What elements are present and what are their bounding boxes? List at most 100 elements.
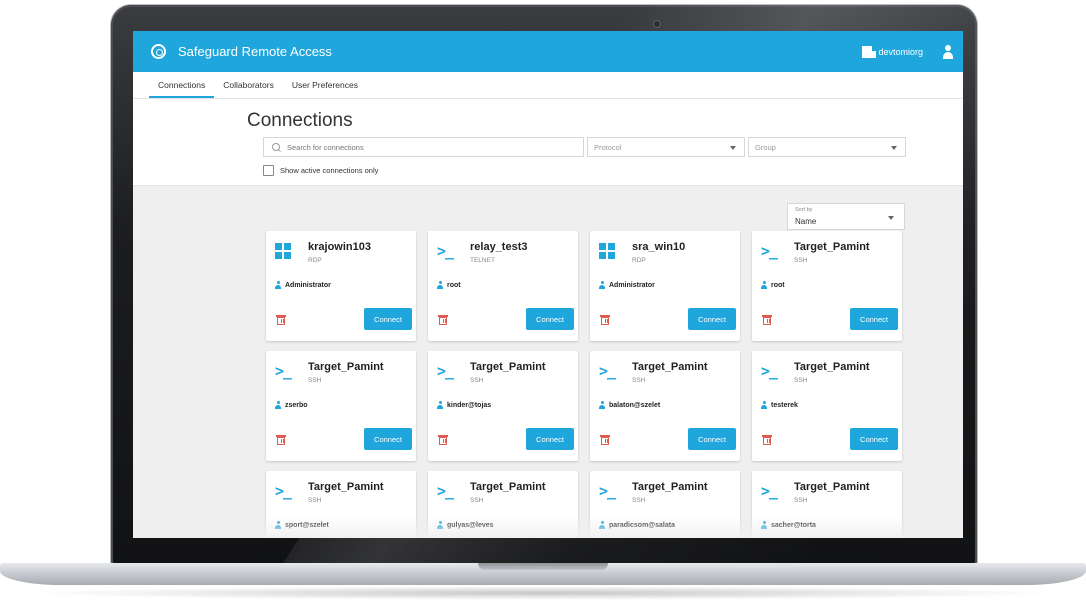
connect-button[interactable]: Connect xyxy=(364,428,412,450)
tab-collaborators[interactable]: Collaborators xyxy=(214,80,283,98)
connection-protocol: SSH xyxy=(470,497,484,504)
group-select-label: Group xyxy=(755,143,776,152)
person-icon xyxy=(599,401,605,409)
connection-name: Target_Pamint xyxy=(308,361,384,373)
connection-protocol: SSH xyxy=(470,377,484,384)
account-name: testerek xyxy=(771,401,798,409)
connection-name: sra_win10 xyxy=(632,241,686,253)
account-name: balaton@szelet xyxy=(609,401,661,409)
connection-account: testerek xyxy=(761,401,798,409)
connection-card[interactable]: >_ Target_Pamint SSH balaton@szelet Connect xyxy=(590,351,740,461)
connection-card[interactable]: >_Target_PamintSSHgulyas@levesConnect xyxy=(428,471,578,538)
org-name[interactable]: devtomiorg xyxy=(878,47,923,57)
tab-bar: Connections Collaborators User Preferenc… xyxy=(133,72,963,99)
webcam xyxy=(654,21,660,27)
connection-protocol: RDP xyxy=(632,257,646,264)
connection-protocol: SSH xyxy=(308,497,322,504)
connection-account: kinder@tojas xyxy=(437,401,491,409)
terminal-icon: >_ xyxy=(761,242,778,260)
sort-select[interactable]: Sort by Name xyxy=(787,203,905,230)
person-icon xyxy=(275,401,281,409)
active-only-checkbox[interactable] xyxy=(263,165,274,176)
person-icon xyxy=(599,281,605,289)
account-name: Administrator xyxy=(285,281,331,289)
connection-card[interactable]: krajowin103 RDP Administrator Connect xyxy=(266,231,416,341)
connect-button[interactable]: Connect xyxy=(526,428,574,450)
terminal-icon: >_ xyxy=(599,482,616,500)
app-title: Safeguard Remote Access xyxy=(178,44,332,59)
person-icon xyxy=(275,281,281,289)
terminal-icon: >_ xyxy=(437,482,454,500)
windows-icon xyxy=(275,243,293,259)
connect-button[interactable]: Connect xyxy=(526,308,574,330)
connection-account: paradicsom@salata xyxy=(599,521,675,529)
organization-icon xyxy=(862,45,877,58)
app-screen: Safeguard Remote Access devtomiorg Conne… xyxy=(133,31,963,538)
connection-account: zserbo xyxy=(275,401,308,409)
delete-icon[interactable] xyxy=(438,435,448,445)
delete-icon[interactable] xyxy=(438,315,448,325)
laptop-shadow xyxy=(20,586,1066,600)
connection-name: krajowin103 xyxy=(308,241,371,253)
tab-connections[interactable]: Connections xyxy=(149,80,215,98)
connection-protocol: SSH xyxy=(794,377,808,384)
tab-user-preferences[interactable]: User Preferences xyxy=(283,80,367,98)
connection-card[interactable]: >_Target_PamintSSHsport@szeletConnect xyxy=(266,471,416,538)
connection-name: Target_Pamint xyxy=(794,481,870,493)
account-name: root xyxy=(447,281,461,289)
connect-button[interactable]: Connect xyxy=(688,308,736,330)
connection-card[interactable]: >_ relay_test3 TELNET root Connect xyxy=(428,231,578,341)
connection-card[interactable]: >_ Target_Pamint SSH zserbo Connect xyxy=(266,351,416,461)
delete-icon[interactable] xyxy=(276,315,286,325)
filter-header: Connections Protocol Group Show active c… xyxy=(133,99,963,186)
connect-button[interactable]: Connect xyxy=(850,428,898,450)
user-profile-icon[interactable] xyxy=(943,44,953,59)
person-icon xyxy=(275,521,281,529)
delete-icon[interactable] xyxy=(762,315,772,325)
delete-icon[interactable] xyxy=(276,435,286,445)
sort-label: Sort by xyxy=(795,207,813,213)
connection-name: Target_Pamint xyxy=(470,361,546,373)
search-input[interactable] xyxy=(287,142,567,152)
connection-name: relay_test3 xyxy=(470,241,528,253)
connection-name: Target_Pamint xyxy=(470,481,546,493)
top-bar: Safeguard Remote Access devtomiorg xyxy=(133,31,963,72)
windows-icon xyxy=(599,243,617,259)
connection-name: Target_Pamint xyxy=(794,361,870,373)
account-name: kinder@tojas xyxy=(447,401,492,409)
connection-card[interactable]: >_ Target_Pamint SSH root Connect xyxy=(752,231,902,341)
connection-account: Administrator xyxy=(275,281,331,289)
account-name: sacher@torta xyxy=(771,521,816,529)
connection-protocol: SSH xyxy=(794,257,808,264)
delete-icon[interactable] xyxy=(600,315,610,325)
active-only-filter: Show active connections only xyxy=(263,165,378,176)
person-icon xyxy=(437,281,443,289)
connection-protocol: TELNET xyxy=(470,257,495,264)
laptop-notch xyxy=(478,563,608,570)
connection-account: root xyxy=(761,281,785,289)
connection-name: Target_Pamint xyxy=(632,481,708,493)
connection-card[interactable]: >_ Target_Pamint SSH testerek Connect xyxy=(752,351,902,461)
connect-button[interactable]: Connect xyxy=(688,428,736,450)
connection-name: Target_Pamint xyxy=(632,361,708,373)
search-box[interactable] xyxy=(263,137,584,157)
connection-account: Administrator xyxy=(599,281,655,289)
chevron-down-icon xyxy=(891,146,897,150)
active-only-label[interactable]: Show active connections only xyxy=(280,166,378,175)
person-icon xyxy=(761,401,767,409)
connect-button[interactable]: Connect xyxy=(850,308,898,330)
sort-value: Name xyxy=(795,217,817,226)
connect-button[interactable]: Connect xyxy=(364,308,412,330)
delete-icon[interactable] xyxy=(600,435,610,445)
connection-card[interactable]: sra_win10 RDP Administrator Connect xyxy=(590,231,740,341)
connection-card[interactable]: >_ Target_Pamint SSH kinder@tojas Connect xyxy=(428,351,578,461)
connection-name: Target_Pamint xyxy=(308,481,384,493)
group-select[interactable]: Group xyxy=(748,137,906,157)
protocol-select[interactable]: Protocol xyxy=(587,137,745,157)
connection-protocol: SSH xyxy=(794,497,808,504)
connection-card[interactable]: >_Target_PamintSSHsacher@tortaConnect xyxy=(752,471,902,538)
terminal-icon: >_ xyxy=(437,362,454,380)
delete-icon[interactable] xyxy=(762,435,772,445)
connection-card[interactable]: >_Target_PamintSSHparadicsom@salataConne… xyxy=(590,471,740,538)
terminal-icon: >_ xyxy=(761,362,778,380)
